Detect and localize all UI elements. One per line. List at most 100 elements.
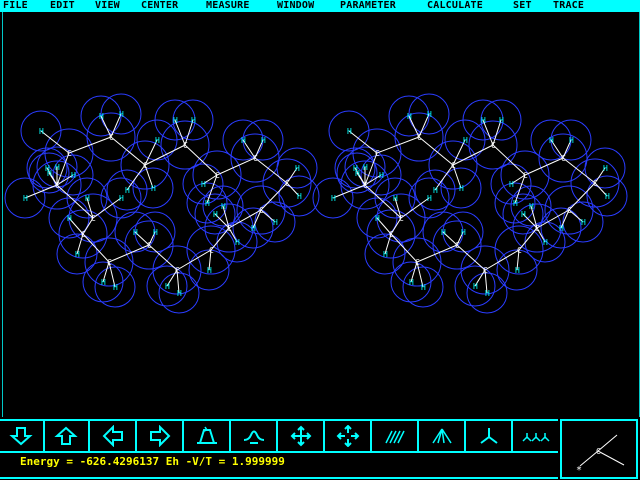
- hydrogen-label: H: [347, 127, 352, 136]
- multi-trident-button[interactable]: [515, 421, 558, 451]
- hydrogen-label: H: [393, 194, 398, 203]
- menu-calculate[interactable]: CALCULATE: [427, 0, 483, 12]
- carbon-label: C: [285, 179, 290, 188]
- bond: [416, 244, 458, 263]
- hydrogen-label: H: [473, 282, 478, 291]
- hydrogen-label: H: [251, 224, 256, 233]
- menu-measure[interactable]: MEASURE: [206, 0, 250, 12]
- carbon-label: C: [91, 214, 96, 223]
- multi-trident-icon: [522, 433, 550, 442]
- hydrogen-label: H: [165, 282, 170, 291]
- arrow-down-icon: [9, 427, 33, 446]
- zoom-button[interactable]: [327, 421, 372, 451]
- bond: [568, 182, 596, 211]
- bond: [108, 244, 150, 263]
- molecule-left-image: CCCCCCCCCCCCCCCCHHHH HHHHH HH HH HHHHHHHHHHH…: [4, 93, 320, 314]
- hydrogen-label: H: [75, 250, 80, 259]
- hydrogen-label: H: [459, 184, 464, 193]
- rotate-y-button[interactable]: [233, 421, 278, 451]
- carbon-label: C: [451, 161, 456, 170]
- hydrogen-label: H: [113, 283, 118, 292]
- carbon-label: C: [209, 246, 214, 255]
- carbon-label: C: [107, 258, 112, 267]
- bond: [184, 144, 218, 176]
- toolbar: [0, 419, 558, 453]
- hydrogen-label: H: [99, 112, 104, 121]
- arrow-up-icon: [54, 426, 78, 445]
- hydrogen-label: H: [173, 116, 178, 125]
- menu-center[interactable]: CENTER: [141, 0, 178, 12]
- rotate-y-icon: [243, 430, 265, 444]
- hydrogen-label: H: [177, 289, 182, 298]
- arrow-down-button[interactable]: [0, 421, 45, 451]
- hydrogen-label: H: [581, 218, 586, 227]
- hydrogen-label: H: [603, 164, 608, 173]
- carbon-label: C: [81, 230, 86, 239]
- hydrogen-label: H: [461, 228, 466, 237]
- status-bar: Energy = -626.4296137 Eh -V/T = 1.999999: [0, 451, 558, 479]
- hydrogen-label: H: [101, 278, 106, 287]
- carbon-label: C: [175, 266, 180, 275]
- menu-set[interactable]: SET: [513, 0, 532, 12]
- hydrogen-label: H: [205, 199, 210, 208]
- carbon-label: C: [55, 181, 60, 190]
- arrow-right-button[interactable]: [139, 421, 184, 451]
- hydrogen-label: H: [207, 266, 212, 275]
- hydrogen-label: H: [549, 136, 554, 145]
- hydrogen-label: H: [409, 278, 414, 287]
- axes-orientation-box[interactable]: C *: [560, 419, 638, 479]
- carbon-label: C: [593, 179, 598, 188]
- carbon-label: C: [259, 206, 264, 215]
- hydrogen-label: H: [85, 194, 90, 203]
- hydrogen-label: H: [235, 238, 240, 247]
- hydrogen-label: H: [39, 127, 44, 136]
- carbon-label: C: [399, 214, 404, 223]
- bond: [144, 144, 186, 166]
- carbon-label: C: [455, 241, 460, 250]
- hydrogen-label: H: [201, 180, 206, 189]
- hydrogen-label: H: [485, 289, 490, 298]
- hydrogen-label: H: [379, 171, 384, 180]
- carbon-label: C: [147, 241, 152, 250]
- carbon-label: C: [227, 224, 232, 233]
- stripes-button[interactable]: [374, 421, 419, 451]
- translate-button[interactable]: [280, 421, 325, 451]
- carbon-label: C: [523, 171, 528, 180]
- hydrogen-label: H: [509, 180, 514, 189]
- hydrogen-label: H: [295, 164, 300, 173]
- energy-readout: Energy = -626.4296137 Eh -V/T = 1.999999: [20, 455, 285, 468]
- hydrogen-label: H: [297, 192, 302, 201]
- hydrogen-label: H: [221, 202, 226, 211]
- menu-parameter[interactable]: PARAMETER: [340, 0, 396, 12]
- arrow-left-button[interactable]: [92, 421, 137, 451]
- axes-center-label: C: [596, 447, 601, 456]
- carbon-label: C: [517, 246, 522, 255]
- menu-file[interactable]: FILE: [3, 0, 28, 12]
- hydrogen-label: H: [273, 218, 278, 227]
- hydrogen-label: H: [427, 194, 432, 203]
- menu-trace[interactable]: TRACE: [553, 0, 584, 12]
- hydrogen-label: H: [191, 116, 196, 125]
- menu-edit[interactable]: EDIT: [50, 0, 75, 12]
- translate-icon: [290, 425, 312, 447]
- hydrogen-label: H: [427, 110, 432, 119]
- carbon-label: C: [253, 154, 258, 163]
- menu-window[interactable]: WINDOW: [277, 0, 314, 12]
- hydrogen-label: H: [153, 228, 158, 237]
- molecule-viewport[interactable]: CCCCCCCCCCCCCCCCHHHHHHHHHHHHHHHHHHHHHHHH…: [2, 12, 640, 417]
- hydrogen-label: H: [421, 283, 426, 292]
- carbon-label: C: [561, 154, 566, 163]
- hydrogen-label: H: [241, 136, 246, 145]
- fan-lines-button[interactable]: [421, 421, 466, 451]
- zoom-icon: [336, 425, 360, 447]
- hydrogen-label: H: [331, 194, 336, 203]
- rotate-x-button[interactable]: [186, 421, 231, 451]
- menu-view[interactable]: VIEW: [95, 0, 120, 12]
- hydrogen-label: H: [463, 136, 468, 145]
- axes-origin-marker: *: [576, 465, 582, 476]
- arrow-up-button[interactable]: [45, 421, 90, 451]
- carbon-label: C: [67, 149, 72, 158]
- hydrogen-label: H: [213, 210, 218, 219]
- hydrogen-label: H: [375, 214, 380, 223]
- trident-button[interactable]: [468, 421, 513, 451]
